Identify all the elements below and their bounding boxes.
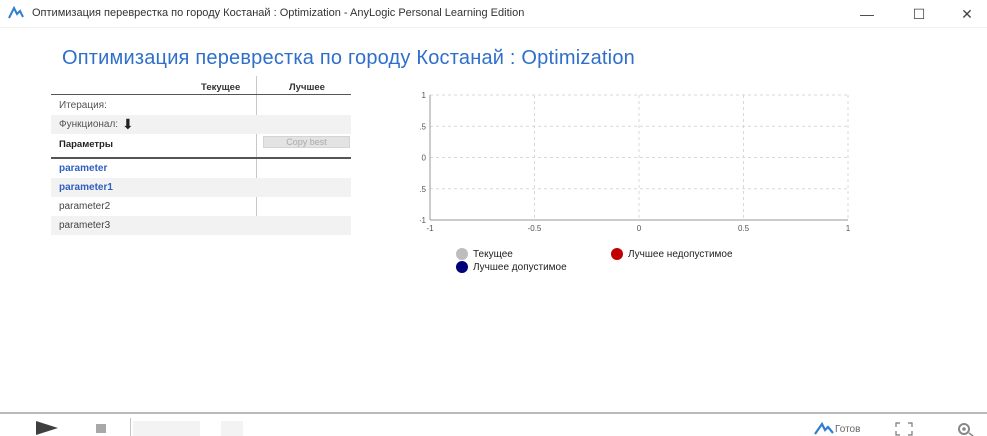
- legend-label-best-infeasible: Лучшее недопустимое: [628, 248, 733, 260]
- table-row-objective: Функционал: ⬇: [51, 115, 351, 134]
- fullscreen-icon[interactable]: [895, 422, 913, 436]
- params-header: Параметры: [59, 139, 113, 150]
- parameter-name: parameter: [59, 163, 108, 174]
- y-tick-label: 1: [422, 91, 427, 100]
- table-row-parameter: parameter: [51, 159, 351, 178]
- y-tick-label: 0.5: [420, 122, 427, 131]
- table-row-parameter3: parameter3: [51, 216, 351, 235]
- parameter2-name: parameter2: [59, 201, 111, 212]
- speed-control[interactable]: [133, 421, 200, 436]
- legend-dot-current: [456, 248, 468, 260]
- close-button[interactable]: ✕: [945, 0, 987, 28]
- page-title: Оптимизация перевpестка по городу Костан…: [62, 47, 635, 69]
- maximize-button[interactable]: ☐: [897, 0, 941, 28]
- optimization-chart: -1 -0.5 0 0.5 1 1 0.5 0 -0.5 -1: [420, 91, 851, 233]
- settings-gear-icon[interactable]: [955, 421, 975, 436]
- toolbar-separator: [130, 418, 131, 436]
- y-tick-label: -0.5: [420, 185, 427, 194]
- anylogic-logo-icon: [8, 6, 24, 19]
- y-tick-label: -1: [420, 216, 427, 225]
- legend-dot-best-feasible: [456, 261, 468, 273]
- legend-item-best-infeasible: Лучшее недопустимое: [611, 248, 733, 260]
- x-tick-label: 1: [846, 224, 851, 233]
- window-title: Оптимизация перевpестка по городу Костан…: [32, 7, 525, 19]
- legend-dot-best-infeasible: [611, 248, 623, 260]
- copy-best-button[interactable]: Copy best: [263, 136, 350, 148]
- x-tick-label: -0.5: [528, 224, 542, 233]
- status-text: Готов: [835, 424, 861, 435]
- column-header-best: Лучшее: [289, 82, 325, 93]
- status-bar: Готов: [0, 412, 987, 436]
- run-play-icon[interactable]: [36, 421, 58, 435]
- mode-control[interactable]: [221, 421, 243, 436]
- iteration-label: Итерация:: [59, 100, 107, 111]
- table-row-iteration: Итерация:: [51, 96, 351, 115]
- chart-legend: Текущее Лучшее недопустимое Лучшее допус…: [456, 248, 816, 278]
- legend-label-best-feasible: Лучшее допустимое: [473, 261, 567, 273]
- mouse-cursor-icon: ⬇: [122, 116, 134, 132]
- window-titlebar: Оптимизация перевpестка по городу Костан…: [0, 0, 987, 28]
- legend-label-current: Текущее: [473, 248, 513, 260]
- anylogic-status-icon: [814, 422, 834, 435]
- table-row-parameter2: parameter2: [51, 197, 351, 216]
- parameter1-name: parameter1: [59, 182, 113, 193]
- column-header-current: Текущее: [201, 82, 241, 93]
- x-tick-label: -1: [426, 224, 434, 233]
- stop-icon[interactable]: [96, 424, 106, 433]
- parameter3-name: parameter3: [59, 220, 111, 231]
- x-tick-label: 0.5: [738, 224, 750, 233]
- header-divider: [51, 94, 351, 95]
- params-header-row: Параметры Copy best: [51, 134, 351, 157]
- minimize-button[interactable]: —: [845, 0, 889, 28]
- table-header-row: Текущее Лучшее: [51, 76, 351, 96]
- table-row-parameter1: parameter1: [51, 178, 351, 197]
- x-tick-label: 0: [637, 224, 642, 233]
- legend-item-best-feasible: Лучшее допустимое: [456, 261, 567, 273]
- objective-label: Функционал:: [59, 119, 119, 130]
- y-tick-label: 0: [422, 154, 427, 163]
- optimization-table: Текущее Лучшее Итерация: Функционал: ⬇ П…: [51, 76, 351, 235]
- legend-item-current: Текущее: [456, 248, 513, 260]
